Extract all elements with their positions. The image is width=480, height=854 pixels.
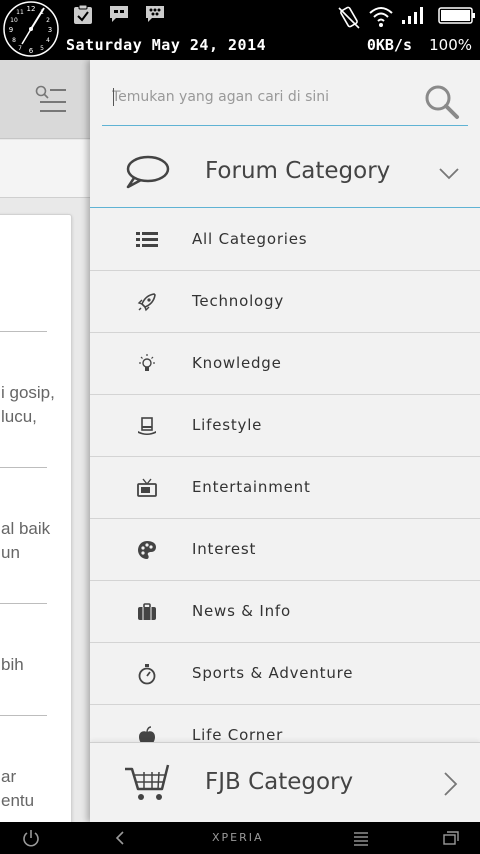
blackberry-icon [146,6,164,22]
category-item-entertainment[interactable]: Entertainment [90,457,480,519]
category-label: Lifestyle [192,416,263,434]
network-speed: 0KB/s [366,36,412,54]
snippet-text: bih [1,655,24,674]
category-list: All Categories Technology Knowledge Life… [90,209,480,742]
svg-text:3: 3 [48,26,52,34]
forum-category-title: Forum Category [205,158,391,184]
snippet-text: i gosip, [1,383,55,402]
battery-percent: 100% [429,36,472,54]
background-card: i gosip, lucu, al baik un bih ar entu [0,214,72,822]
background-page: i gosip, lucu, al baik un bih ar entu [0,60,90,822]
text-cursor [113,88,114,106]
category-item-knowledge[interactable]: Knowledge [90,333,480,395]
category-item-interest[interactable]: Interest [90,519,480,581]
category-label: Knowledge [192,354,282,372]
svg-text:8: 8 [12,37,16,44]
search-menu-icon[interactable] [34,84,68,114]
svg-text:5: 5 [40,45,44,52]
divider [0,467,47,468]
snippet-text: ar [1,767,17,786]
svg-text:11: 11 [16,9,24,16]
top-hat-icon [138,417,156,435]
apple-icon [139,726,155,742]
signal-icon [402,7,423,24]
rocket-icon [137,293,156,312]
search-input[interactable] [112,84,402,110]
category-label: Life Corner [192,726,284,742]
category-item-life-corner[interactable]: Life Corner [90,705,480,742]
checked-clipboard-icon [74,4,92,24]
snippet-text: lucu, [1,407,37,426]
recent-apps-icon[interactable] [440,828,462,848]
category-item-all-categories[interactable]: All Categories [90,209,480,271]
power-icon[interactable] [20,828,42,848]
brand-label: XPERIA [212,831,264,844]
svg-text:4: 4 [46,37,50,44]
category-label: Entertainment [192,478,311,496]
category-label: Sports & Adventure [192,664,354,682]
status-bar: 12 3 6 9 1 2 4 5 7 8 10 11 [0,0,480,60]
forum-category-header[interactable]: Forum Category [90,140,480,208]
svg-text:10: 10 [10,17,18,24]
snippet-text: entu [1,791,35,810]
svg-text:2: 2 [46,17,50,24]
vibrate-icon [338,6,360,29]
bbm-chat-icon [110,6,128,22]
tv-icon [137,478,157,497]
search-icon[interactable] [424,84,460,120]
chat-bubble-icon [126,155,170,189]
search-bar [102,68,468,126]
category-label: Interest [192,540,257,558]
briefcase-icon [138,603,156,620]
fjb-category-title: FJB Category [205,769,354,795]
category-item-lifestyle[interactable]: Lifestyle [90,395,480,457]
chevron-right-icon[interactable] [440,771,460,797]
fjb-category-header[interactable]: FJB Category [90,742,480,822]
divider [0,715,47,716]
stopwatch-icon [138,664,156,685]
navigation-drawer: Forum Category All Categories Technology [90,60,480,822]
chevron-down-icon[interactable] [438,162,460,184]
palette-icon [138,541,156,559]
divider [0,603,47,604]
status-date: Saturday May 24, 2014 [66,36,267,54]
svg-text:9: 9 [9,26,13,34]
shopping-cart-icon [125,764,170,800]
category-item-technology[interactable]: Technology [90,271,480,333]
navigation-bar: XPERIA [0,822,480,854]
background-header [0,60,90,139]
svg-text:7: 7 [18,45,22,52]
divider [0,331,47,332]
wifi-icon [369,7,393,27]
background-tab-strip [0,140,90,198]
category-item-news-info[interactable]: News & Info [90,581,480,643]
analog-clock-icon: 12 3 6 9 1 2 4 5 7 8 10 11 [3,1,59,57]
back-icon[interactable] [110,828,132,848]
snippet-text: al baik [1,519,51,538]
category-item-sports-adventure[interactable]: Sports & Adventure [90,643,480,705]
lightbulb-icon [139,354,155,371]
svg-text:6: 6 [29,47,34,55]
svg-text:12: 12 [27,5,36,13]
list-icon [136,232,158,247]
category-label: News & Info [192,602,291,620]
category-label: Technology [192,292,285,310]
category-label: All Categories [192,230,308,248]
home-icon[interactable] [350,828,372,848]
snippet-text: un [1,543,20,562]
battery-icon [438,7,475,24]
